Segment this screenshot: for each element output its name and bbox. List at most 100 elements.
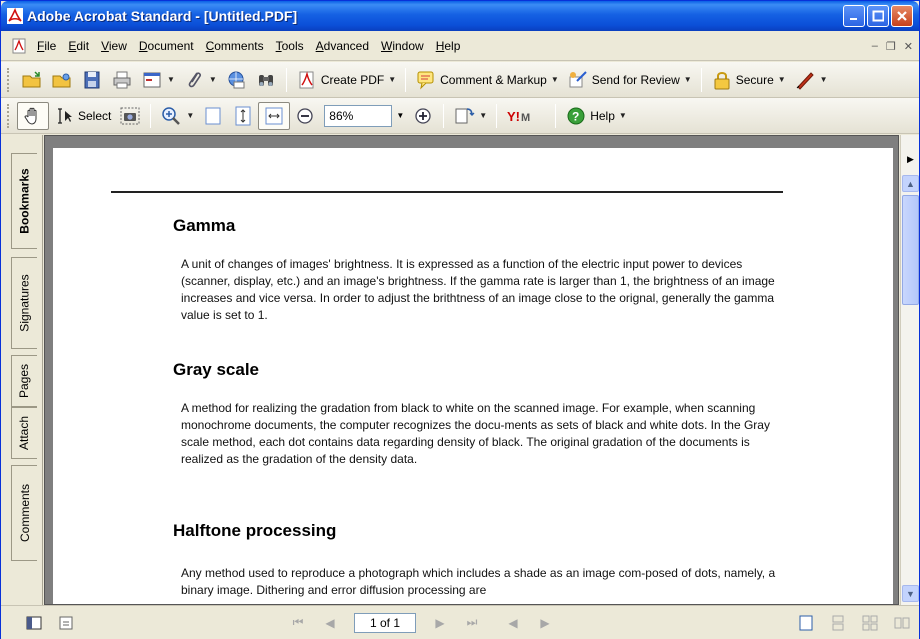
tools-toolbar: Select ▼ 86% ▼ ▼ Y! M ? Help ▼ xyxy=(1,98,919,134)
dropdown-caret-icon: ▼ xyxy=(167,75,175,84)
document-view[interactable]: Gamma A unit of changes of images' brigh… xyxy=(44,135,899,605)
facing-layout-button[interactable] xyxy=(859,612,881,634)
scroll-up-button[interactable]: ▲ xyxy=(902,175,919,192)
document-window-controls: – ❐ ✕ xyxy=(872,40,913,53)
text-cursor-icon xyxy=(58,107,72,124)
folder-search-icon xyxy=(52,73,71,87)
last-page-button[interactable]: ⏭ xyxy=(461,612,483,634)
create-pdf-label: Create PDF xyxy=(320,72,385,87)
zoom-in-icon xyxy=(415,107,431,124)
pane-options-button[interactable]: ▶ xyxy=(902,151,919,168)
search-button[interactable] xyxy=(251,66,281,94)
vertical-scrollbar[interactable]: ▶ ▲ ▼ xyxy=(900,135,919,605)
previous-page-button[interactable]: ◀ xyxy=(319,612,341,634)
save-button[interactable] xyxy=(77,66,107,94)
attach-button[interactable]: ▼ xyxy=(179,66,221,94)
fit-width-icon xyxy=(265,107,283,124)
menu-advanced[interactable]: Advanced xyxy=(310,39,375,53)
dropdown-caret-icon: ▼ xyxy=(819,75,828,84)
help-button[interactable]: ? Help ▼ xyxy=(561,102,631,130)
menu-file[interactable]: File xyxy=(31,39,62,53)
tab-attachments[interactable]: Attach xyxy=(11,407,37,459)
hand-tool-button[interactable] xyxy=(17,101,49,130)
tab-comments[interactable]: Comments xyxy=(11,465,37,561)
tasks-button[interactable]: ▼ xyxy=(137,66,179,94)
forward-circle-icon: ▶ xyxy=(540,615,550,630)
menu-edit[interactable]: Edit xyxy=(62,39,95,53)
minimize-button[interactable] xyxy=(843,5,865,27)
doc-close-icon[interactable]: ✕ xyxy=(904,40,913,53)
send-for-review-button[interactable]: Send for Review ▼ xyxy=(563,66,696,94)
tab-attachments-label: Attach xyxy=(17,415,32,451)
help-question-icon: ? xyxy=(567,107,585,124)
menu-window[interactable]: Window xyxy=(375,39,430,53)
first-page-icon: ⏮ xyxy=(292,615,304,629)
organizer-button[interactable] xyxy=(47,66,77,94)
select-tool-button[interactable]: Select xyxy=(49,102,115,130)
create-pdf-button[interactable]: Create PDF ▼ xyxy=(292,66,400,94)
acrobat-window: Adobe Acrobat Standard - [Untitled.PDF] … xyxy=(0,0,920,639)
tab-pages[interactable]: Pages xyxy=(11,355,37,407)
menu-comments[interactable]: Comments xyxy=(200,39,270,53)
page-header-rule xyxy=(111,191,783,193)
menu-document[interactable]: Document xyxy=(133,39,200,53)
first-page-button[interactable]: ⏮ xyxy=(287,612,309,634)
acrobat-logo-icon xyxy=(7,8,23,24)
next-view-button[interactable]: ▶ xyxy=(534,612,556,634)
tab-bookmarks[interactable]: Bookmarks xyxy=(11,153,37,249)
continuous-facing-button[interactable] xyxy=(891,612,913,634)
chevron-up-icon: ▲ xyxy=(906,178,915,189)
fit-page-button[interactable] xyxy=(228,102,258,130)
close-button[interactable] xyxy=(891,5,913,27)
svg-text:M: M xyxy=(521,112,530,124)
comment-markup-button[interactable]: Comment & Markup ▼ xyxy=(411,66,563,94)
section-heading-gray-scale: Gray scale xyxy=(173,360,260,379)
email-button[interactable] xyxy=(221,66,251,94)
rotate-view-button[interactable]: ▼ xyxy=(449,102,491,130)
next-page-button[interactable]: ▶ xyxy=(429,612,451,634)
previous-view-button[interactable]: ◀ xyxy=(502,612,524,634)
toggle-nav-pane-button[interactable] xyxy=(23,612,45,634)
toolbar-separator xyxy=(405,67,407,92)
toolbar-grip[interactable] xyxy=(7,103,11,128)
page-options-button[interactable] xyxy=(55,612,77,634)
toolbar-separator xyxy=(700,67,702,92)
print-button[interactable] xyxy=(107,66,137,94)
yahoo-toolbar-button[interactable]: Y! M xyxy=(502,102,550,130)
zoom-out-button[interactable] xyxy=(290,102,320,130)
select-label: Select xyxy=(78,108,112,123)
snapshot-tool-button[interactable] xyxy=(115,102,145,130)
zoom-level-input[interactable]: 86% xyxy=(324,104,393,127)
actual-size-button[interactable] xyxy=(198,102,228,130)
continuous-layout-button[interactable] xyxy=(827,612,849,634)
toolbar-grip[interactable] xyxy=(7,67,11,92)
toolbar-separator xyxy=(285,67,287,92)
page-number-input[interactable]: 1 of 1 xyxy=(354,612,416,633)
zoom-in-button[interactable] xyxy=(408,102,438,130)
camera-icon xyxy=(120,107,140,124)
scroll-thumb[interactable] xyxy=(902,195,919,305)
menu-help[interactable]: Help xyxy=(430,39,467,53)
title-bar[interactable]: Adobe Acrobat Standard - [Untitled.PDF] xyxy=(1,1,919,31)
single-page-layout-button[interactable] xyxy=(795,612,817,634)
scroll-down-button[interactable]: ▼ xyxy=(902,585,919,602)
single-page-icon xyxy=(799,615,813,630)
sign-button[interactable]: ▼ xyxy=(790,66,832,94)
fit-width-button[interactable] xyxy=(258,101,291,130)
secure-button[interactable]: Secure ▼ xyxy=(707,66,790,94)
menu-tools[interactable]: Tools xyxy=(270,39,310,53)
page-actual-size-icon xyxy=(205,107,221,124)
open-button[interactable] xyxy=(17,66,47,94)
last-page-icon: ⏭ xyxy=(466,615,478,629)
section-body-gamma: A unit of changes of images' brightness.… xyxy=(181,257,775,322)
pdf-document-icon[interactable] xyxy=(11,38,27,54)
create-pdf-icon xyxy=(299,70,314,88)
file-toolbar: ▼ ▼ Create PDF ▼ Comment & Markup ▼ Send… xyxy=(1,62,919,98)
zoom-dropdown-button[interactable]: ▼ xyxy=(392,105,408,127)
maximize-button[interactable] xyxy=(867,5,889,27)
tab-signatures[interactable]: Signatures xyxy=(11,257,37,349)
doc-minimize-icon[interactable]: – xyxy=(872,40,878,53)
doc-restore-icon[interactable]: ❐ xyxy=(886,40,896,53)
menu-view[interactable]: View xyxy=(95,39,133,53)
zoom-in-tool-button[interactable]: ▼ xyxy=(156,102,198,130)
